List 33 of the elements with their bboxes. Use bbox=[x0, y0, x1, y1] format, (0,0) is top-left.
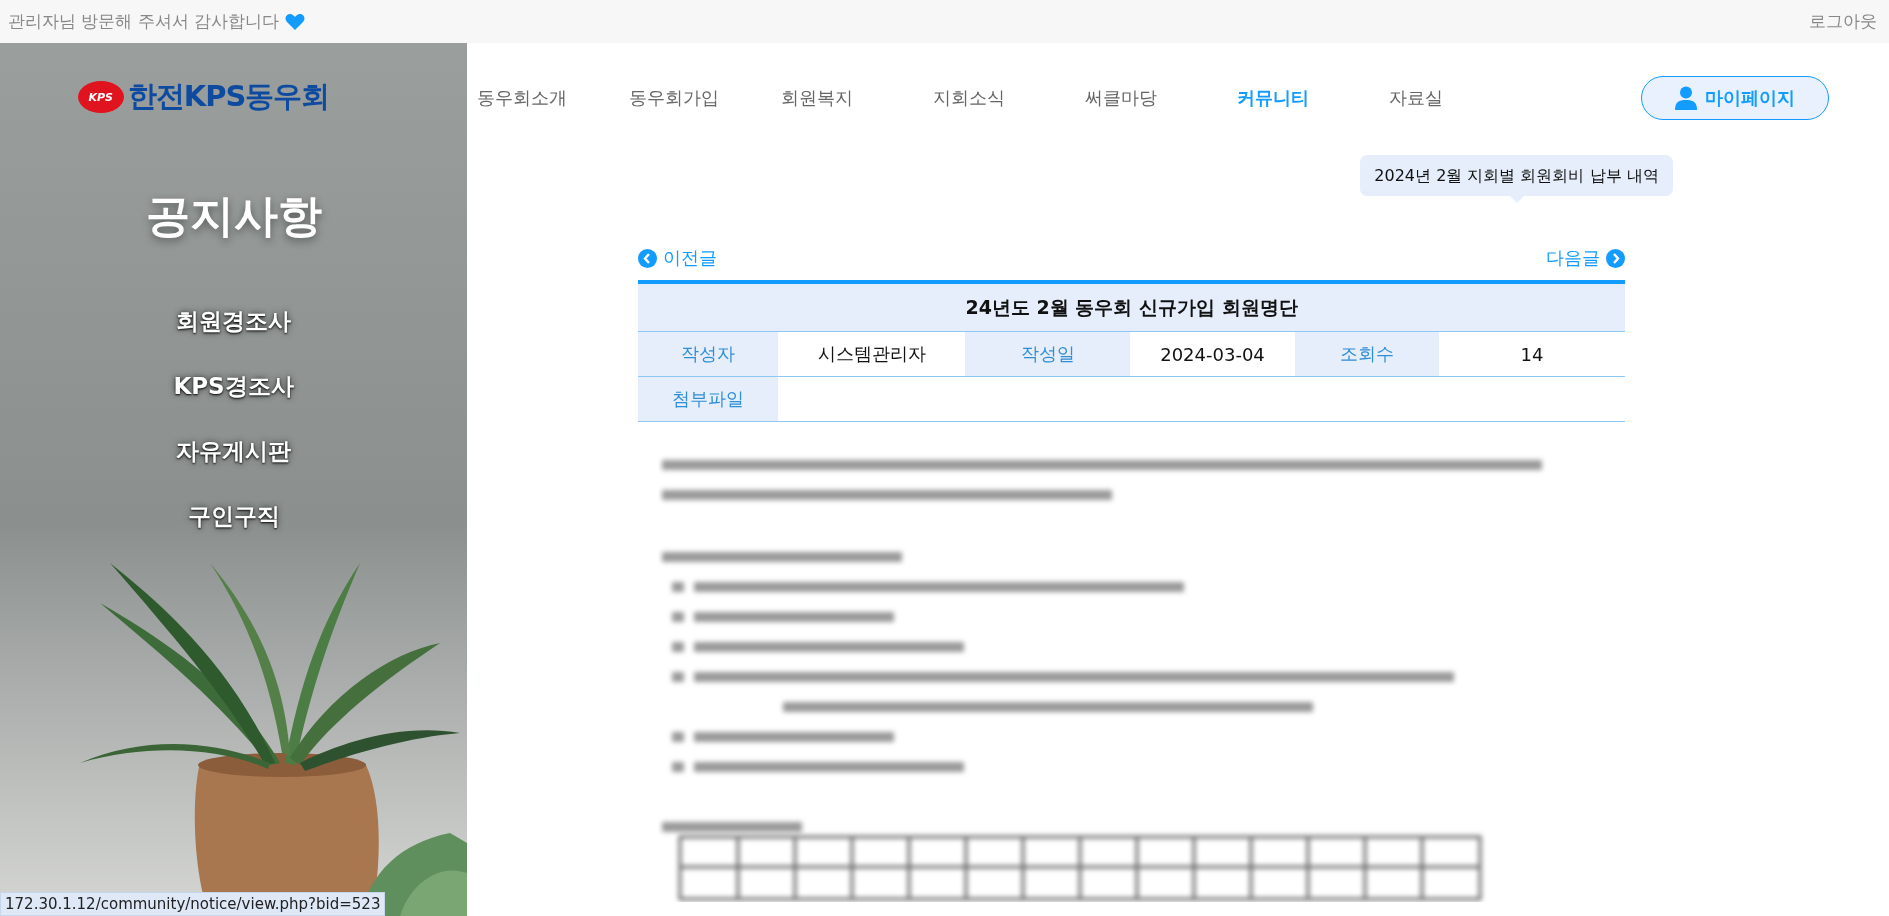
sidebar-item[interactable]: KPS경조사 bbox=[173, 371, 294, 402]
status-url: 172.30.1.12/community/notice/view.php?bid=523 bbox=[0, 892, 386, 916]
field-label: 작성일 bbox=[965, 332, 1130, 376]
sidebar-item[interactable]: 자유게시판 bbox=[176, 436, 291, 467]
nav-item[interactable]: 써클마당 bbox=[1085, 86, 1237, 110]
greeting-text: 관리자님 방문해 주셔서 감사합니다 bbox=[8, 10, 280, 33]
sidebar-item[interactable]: 구인구직 bbox=[187, 501, 280, 532]
field-label: 작성자 bbox=[638, 332, 778, 376]
nav-item[interactable]: 회원복지 bbox=[781, 86, 933, 110]
nav-item[interactable]: 동우회가입 bbox=[629, 86, 781, 110]
field-value: 2024-03-04 bbox=[1159, 342, 1266, 367]
logout-link[interactable]: 로그아웃 bbox=[1809, 10, 1877, 33]
tooltip: 2024년 2월 지회별 회원회비 납부 내역 bbox=[1360, 155, 1673, 196]
mypage-button[interactable]: 마이페이지 bbox=[1641, 76, 1829, 120]
post-title: 24년도 2월 동우회 신규가입 회원명단 bbox=[638, 284, 1625, 332]
field-value: 14 bbox=[1519, 342, 1545, 367]
field-value: 시스템관리자 bbox=[816, 342, 927, 366]
next-link[interactable]: 다음글 bbox=[1546, 246, 1625, 270]
nav-item[interactable]: 지회소식 bbox=[933, 86, 1085, 110]
nav-item[interactable]: 동우회소개 bbox=[477, 86, 629, 110]
sidebar-item[interactable]: 회원경조사 bbox=[176, 306, 291, 337]
heart-icon bbox=[285, 12, 306, 31]
nav-item[interactable]: 자료실 bbox=[1389, 86, 1541, 110]
field-label: 첨부파일 bbox=[638, 377, 778, 421]
logo-text: 한전KPS동우회 bbox=[127, 78, 330, 115]
user-icon bbox=[1675, 86, 1697, 110]
section-title: 공지사항 bbox=[145, 189, 322, 243]
previous-link[interactable]: 이전글 bbox=[638, 246, 717, 270]
chevron-left-icon bbox=[638, 248, 657, 268]
nav-item[interactable]: 커뮤니티 bbox=[1237, 86, 1389, 110]
field-label: 조회수 bbox=[1295, 332, 1439, 376]
tooltip-pointer bbox=[1509, 196, 1524, 203]
chevron-right-icon bbox=[1606, 248, 1625, 268]
